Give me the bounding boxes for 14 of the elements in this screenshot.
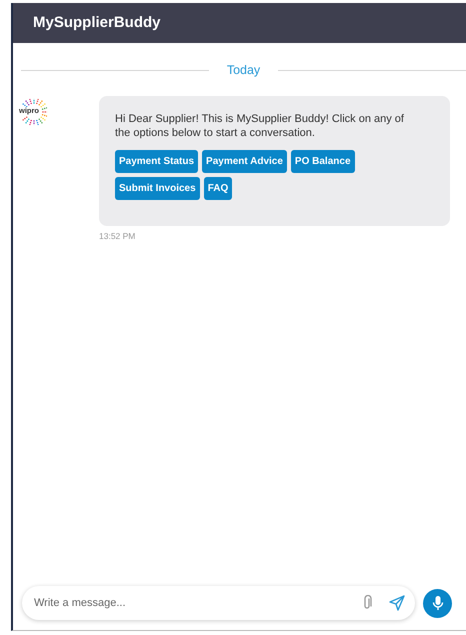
send-icon[interactable] [389,595,405,611]
message-text: Hi Dear Supplier! This is MySupplier Buddy! Click on any of the options below to start a conversation. [115,112,405,140]
app-title: MySupplierBuddy [33,12,161,33]
option-button[interactable]: Payment Advice [202,150,287,174]
option-button[interactable]: PO Balance [290,150,355,174]
message-time: 13:52 PM [99,230,136,244]
logo-dots-icon [21,98,47,125]
option-button[interactable]: Payment Status [115,150,198,174]
option-button[interactable]: FAQ [204,177,232,200]
microphone-button[interactable] [423,588,452,618]
date-divider-label: Today [226,62,262,79]
message-input[interactable]: Write a message... [32,594,361,612]
microphone-icon [432,595,444,611]
option-button[interactable]: Submit Invoices [115,177,200,200]
